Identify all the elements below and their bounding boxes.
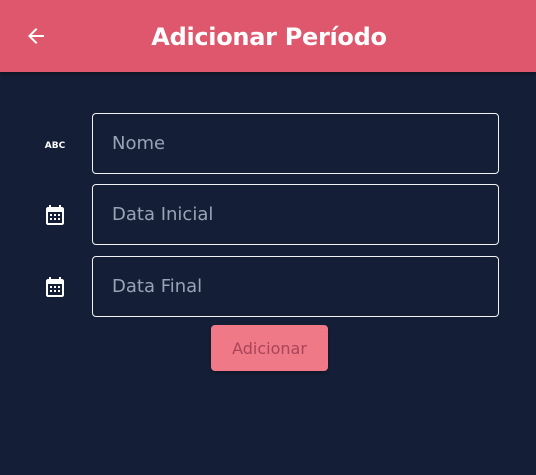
calendar-icon — [40, 200, 70, 230]
page-title: Adicionar Período — [151, 23, 387, 51]
name-field-row: ABC — [0, 113, 536, 175]
end-date-field-row — [0, 256, 536, 318]
app-bar: Adicionar Período — [0, 0, 536, 72]
add-button[interactable]: Adicionar — [211, 325, 328, 371]
start-date-field-row — [0, 184, 536, 246]
svg-text:ABC: ABC — [45, 141, 66, 151]
start-date-input[interactable] — [92, 184, 499, 245]
abc-text-icon: ABC — [40, 129, 70, 159]
end-date-input[interactable] — [92, 256, 499, 317]
name-input[interactable] — [92, 113, 499, 174]
calendar-icon — [40, 272, 70, 302]
